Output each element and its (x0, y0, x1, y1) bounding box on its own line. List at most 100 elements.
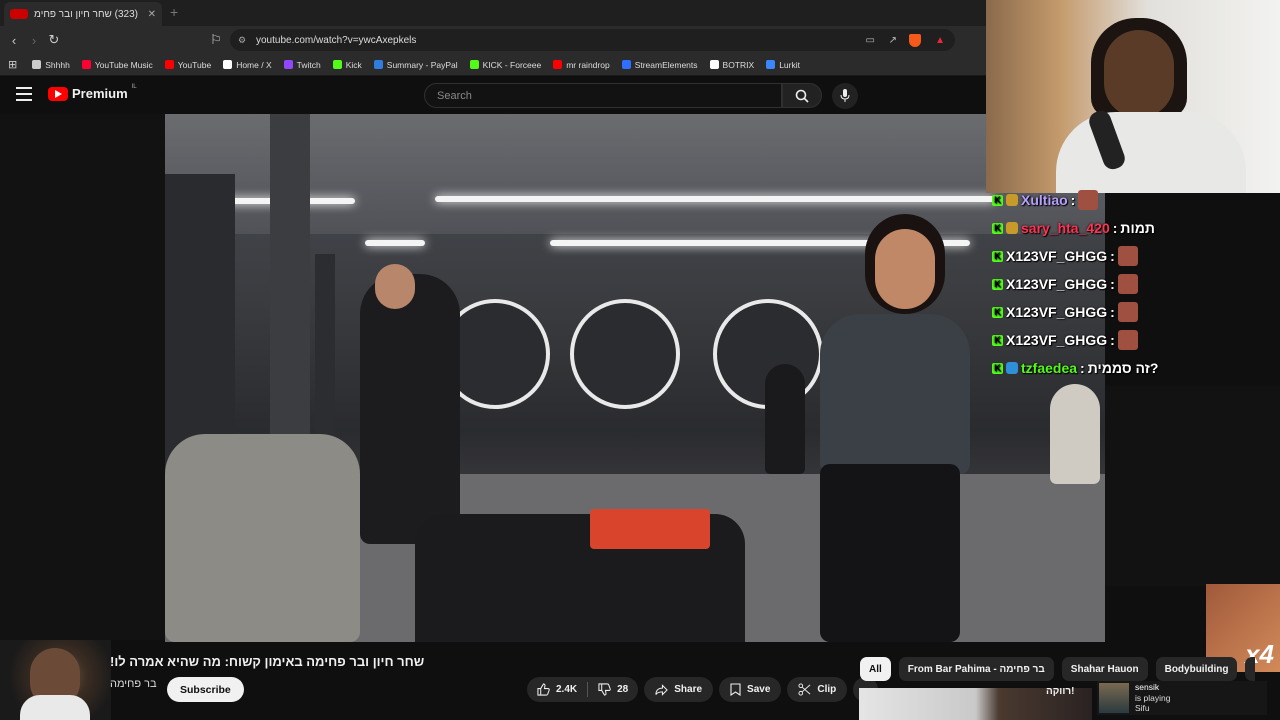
woman-face (875, 229, 935, 309)
search-button[interactable] (782, 83, 822, 108)
thumbs-up-icon (537, 683, 550, 696)
orange-towel (590, 509, 710, 549)
filter-chip[interactable]: All (860, 657, 891, 681)
bookmark-youtube[interactable]: YouTube (160, 60, 216, 70)
tab-title: (323) שחר חיון ובר פחימה בא (34, 8, 138, 20)
video-player[interactable] (165, 114, 1105, 642)
bookmark-label: YouTube (177, 59, 212, 70)
streamer-face (1104, 30, 1174, 118)
hamburger-menu-icon[interactable] (16, 87, 32, 101)
bookmark-page-icon[interactable]: ⚐ (206, 32, 226, 48)
bookmark-label: mr raindrop (566, 59, 610, 70)
brave-shield-icon[interactable] (909, 33, 921, 47)
browser-tab[interactable]: (323) שחר חיון ובר פחימה בא ✕ (4, 2, 162, 26)
chat-emote-icon (1117, 330, 1138, 350)
filter-chip[interactable]: From Bar Pahima - בר פחימה (898, 657, 1054, 681)
chat-username: Xultiao (1021, 192, 1068, 208)
streamer-avatar-overlay (0, 640, 111, 720)
brave-rewards-icon[interactable]: ▲ (935, 35, 945, 46)
page-background-right (1105, 386, 1280, 586)
chat-emote-icon (1078, 190, 1099, 210)
bookmark-streamelements[interactable]: StreamElements (617, 60, 703, 70)
like-dislike-group: 2.4K 28 (527, 677, 639, 702)
man-in-black (360, 274, 460, 544)
ceiling-light (435, 196, 995, 202)
save-label: Save (747, 684, 771, 695)
head (375, 264, 415, 309)
clip-label: Clip (817, 684, 837, 695)
dislike-button[interactable]: 28 (588, 677, 638, 702)
share-icon (655, 683, 669, 696)
kick-badge-icon: K (992, 222, 1003, 234)
new-tab-icon[interactable]: + (170, 4, 178, 20)
bookmark-kick-forceee[interactable]: KICK - Forceee (465, 60, 547, 70)
background-person (765, 364, 805, 474)
chat-message: K X123VF_GHGG : (986, 270, 1280, 298)
streamer-webcam (986, 0, 1280, 193)
bookmark-label: Home / X (236, 59, 272, 70)
voice-search-button[interactable] (832, 83, 858, 109)
now-playing-user: sensik (1135, 682, 1160, 693)
subscribe-button[interactable]: Subscribe (167, 677, 244, 702)
chat-username: X123VF_GHGG (1006, 304, 1108, 320)
forward-icon[interactable]: › (24, 33, 44, 48)
bookmark-mr-raindrop[interactable]: mr raindrop (548, 60, 614, 70)
save-bookmark-icon (730, 683, 741, 696)
search-input[interactable]: Search (424, 83, 782, 108)
bookmark-kick[interactable]: Kick (328, 60, 367, 70)
streamer-shirt (1056, 112, 1246, 193)
share-button[interactable]: Share (644, 677, 714, 702)
scissors-icon (798, 683, 811, 696)
site-info-icon[interactable]: ⚙ (238, 35, 246, 46)
lurkit-icon (766, 60, 776, 69)
cast-icon[interactable]: ▭ (866, 35, 875, 46)
like-button[interactable]: 2.4K (527, 677, 587, 702)
bookmark-twitch[interactable]: Twitch (279, 60, 326, 70)
chat-text: זה סממית? (1087, 360, 1159, 376)
apps-grid-icon[interactable]: ⊞ (8, 58, 17, 71)
youtube-music-icon (81, 60, 91, 69)
woman-leggings (820, 464, 960, 642)
chat-message: K X123VF_GHGG : (986, 326, 1280, 354)
ceiling-light (365, 240, 425, 246)
share-page-icon[interactable]: ↗ (889, 35, 897, 46)
kick-badge-icon: K (992, 250, 1003, 262)
chat-username: X123VF_GHGG (1006, 276, 1108, 292)
round-mirror (570, 299, 680, 409)
chat-separator: : (1112, 220, 1118, 236)
bookmark-botrix[interactable]: BOTRIX (705, 60, 760, 70)
bookmark-label: StreamElements (634, 59, 698, 70)
chat-message: K X123VF_GHGG : (986, 242, 1280, 270)
bookmark-summary-paypal[interactable]: Summary - PayPal (369, 60, 463, 70)
bookmark-youtube-music[interactable]: YouTube Music (77, 60, 158, 70)
chat-text: תמות (1120, 220, 1155, 236)
bookmark-label: Lurkit (779, 59, 800, 70)
address-bar-row: ‹ › ↻ ⚐ ⚙ youtube.com/watch?v=ywcAxepkel… (0, 26, 986, 54)
filter-chip[interactable]: Shahar Hauon (1061, 657, 1148, 681)
search-icon (795, 89, 809, 103)
kick-badge-icon: K (992, 278, 1003, 290)
url-field[interactable]: ⚙ youtube.com/watch?v=ywcAxepkels ▭ ↗ ▲ (230, 29, 955, 51)
bookmark-home-x[interactable]: Home / X (218, 60, 276, 70)
filter-chip[interactable]: Related (1245, 657, 1255, 681)
stream-chat-overlay: K Xultiao : Ksary_hta_420 : תמות K X123VF_G… (986, 186, 1280, 386)
bookmarks-bar: ⊞ Shhhh YouTube Music YouTube Home / X Twitc… (0, 54, 986, 76)
filter-chip[interactable]: Bodybuilding (1155, 657, 1238, 681)
chat-emote-icon (1117, 302, 1138, 322)
page-background-left (0, 114, 165, 640)
x-icon (223, 60, 233, 69)
bookmark-label: Summary - PayPal (386, 59, 458, 70)
back-icon[interactable]: ‹ (4, 33, 24, 48)
chat-message: K Xultiao : (986, 186, 1280, 214)
chat-username: X123VF_GHGG (1006, 248, 1108, 264)
reload-icon[interactable]: ↻ (44, 32, 64, 48)
close-tab-icon[interactable]: ✕ (148, 9, 156, 20)
youtube-premium-logo[interactable]: Premium IL (48, 84, 137, 101)
kick-icon (332, 60, 342, 69)
clip-button[interactable]: Clip (787, 677, 848, 702)
channel-name[interactable]: בר פחימה (110, 678, 157, 690)
bookmark-lurkit[interactable]: Lurkit (761, 60, 805, 70)
bookmark-shhhh[interactable]: Shhhh (27, 60, 75, 70)
recommended-video-title[interactable]: רווקה! (1046, 686, 1074, 697)
save-button[interactable]: Save (719, 677, 782, 702)
